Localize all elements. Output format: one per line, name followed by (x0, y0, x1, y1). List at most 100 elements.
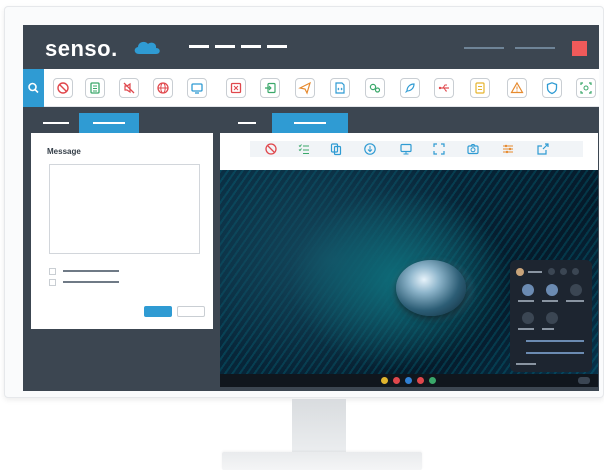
login-icon (265, 82, 276, 94)
remote-desktop-wallpaper[interactable] (220, 170, 598, 374)
youtube-icon[interactable] (417, 377, 424, 384)
close-window-tool-button[interactable] (226, 78, 246, 98)
download-icon (364, 143, 376, 155)
tab-active[interactable] (79, 113, 139, 133)
mute-tool-button[interactable] (119, 78, 139, 98)
brightness-slider[interactable] (526, 352, 584, 354)
remote-view-panel (220, 113, 598, 387)
qp-button[interactable] (560, 268, 567, 275)
notes-icon (475, 82, 485, 94)
camera-remote-button[interactable] (466, 142, 480, 156)
send-button[interactable] (144, 306, 172, 317)
qp-label (518, 328, 534, 330)
monitor-screen: senso. Message (23, 25, 599, 391)
qp-button[interactable] (572, 268, 579, 275)
qp-label (528, 271, 542, 273)
cloud-icon (134, 41, 160, 54)
qp-label (518, 300, 534, 302)
block-tool-button[interactable] (53, 78, 73, 98)
rocket-tool-button[interactable] (400, 78, 420, 98)
monitor-remote-button[interactable] (399, 142, 413, 156)
warning-icon (510, 81, 524, 94)
tab-active-label (93, 122, 125, 124)
message-label: Message (47, 147, 81, 156)
checklist-remote-button[interactable] (297, 142, 311, 156)
fit-screen-remote-button[interactable] (432, 142, 446, 156)
monitor-stand-neck (292, 399, 346, 455)
docs-icon[interactable] (405, 377, 412, 384)
settings-cog-icon (369, 83, 381, 93)
no-draw-remote-button[interactable] (264, 142, 278, 156)
tab-active-label (294, 122, 326, 124)
sliders-remote-button[interactable] (501, 142, 515, 156)
cancel-button[interactable] (177, 306, 205, 317)
scan-tool-button[interactable] (576, 78, 596, 98)
copy-icon (330, 143, 342, 156)
night-light-toggle[interactable] (522, 312, 534, 324)
checkbox-label (63, 281, 119, 283)
list-document-tool-button[interactable] (85, 78, 105, 98)
volume-slider[interactable] (526, 340, 584, 342)
status-tray[interactable] (578, 377, 590, 384)
toolbar (23, 69, 599, 107)
panel-tab-bar (31, 113, 213, 133)
tab-active[interactable] (272, 113, 348, 133)
screen-share-tool-button[interactable] (187, 78, 207, 98)
document-code-icon (335, 82, 345, 94)
quick-settings-panel[interactable] (510, 260, 592, 372)
export-icon (537, 143, 549, 155)
shield-tool-button[interactable] (542, 78, 562, 98)
usb-tool-button[interactable] (434, 78, 454, 98)
send-tool-button[interactable] (295, 78, 315, 98)
login-tool-button[interactable] (260, 78, 280, 98)
top-nav-item[interactable] (267, 45, 287, 48)
checklist-icon (298, 144, 309, 154)
message-panel: Message (31, 113, 213, 329)
wifi-toggle[interactable] (522, 284, 534, 296)
notifications-toggle[interactable] (570, 284, 582, 296)
monitor-frame: senso. Message (4, 6, 604, 398)
notes-tool-button[interactable] (470, 78, 490, 98)
play-store-icon[interactable] (429, 377, 436, 384)
export-remote-button[interactable] (536, 142, 550, 156)
remote-taskbar (220, 374, 598, 387)
stage: senso. Message (0, 0, 604, 470)
checkbox-label (63, 270, 119, 272)
top-menu-line[interactable] (464, 47, 504, 49)
no-draw-icon (265, 143, 277, 155)
close-square[interactable] (572, 41, 587, 56)
checkbox[interactable] (49, 279, 56, 286)
qp-label (566, 300, 584, 302)
shield-icon (546, 82, 558, 95)
download-remote-button[interactable] (363, 142, 377, 156)
search-button[interactable] (23, 69, 44, 107)
tab-inactive[interactable] (43, 122, 69, 124)
message-textarea[interactable] (49, 164, 200, 254)
copy-remote-button[interactable] (329, 142, 343, 156)
globe-tool-button[interactable] (153, 78, 173, 98)
close-window-icon (230, 82, 242, 94)
settings-cog-tool-button[interactable] (365, 78, 385, 98)
cast-toggle[interactable] (546, 312, 558, 324)
monitor-icon (400, 143, 412, 155)
bluetooth-toggle[interactable] (546, 284, 558, 296)
gmail-icon[interactable] (393, 377, 400, 384)
brand-logo: senso. (45, 36, 118, 61)
qp-button[interactable] (548, 268, 555, 275)
checkbox[interactable] (49, 268, 56, 275)
qp-label (542, 300, 558, 302)
tab-inactive[interactable] (238, 122, 256, 124)
top-nav-item[interactable] (215, 45, 235, 48)
send-icon (298, 81, 311, 95)
warning-tool-button[interactable] (507, 78, 527, 98)
search-icon (28, 82, 39, 94)
fit-screen-icon (433, 143, 445, 155)
top-nav-item[interactable] (189, 45, 209, 48)
top-nav (189, 45, 287, 48)
top-menu-line[interactable] (515, 47, 555, 49)
screen-share-icon (191, 83, 203, 94)
top-nav-item[interactable] (241, 45, 261, 48)
globe-icon (157, 82, 169, 94)
chrome-icon[interactable] (381, 377, 388, 384)
document-code-tool-button[interactable] (330, 78, 350, 98)
